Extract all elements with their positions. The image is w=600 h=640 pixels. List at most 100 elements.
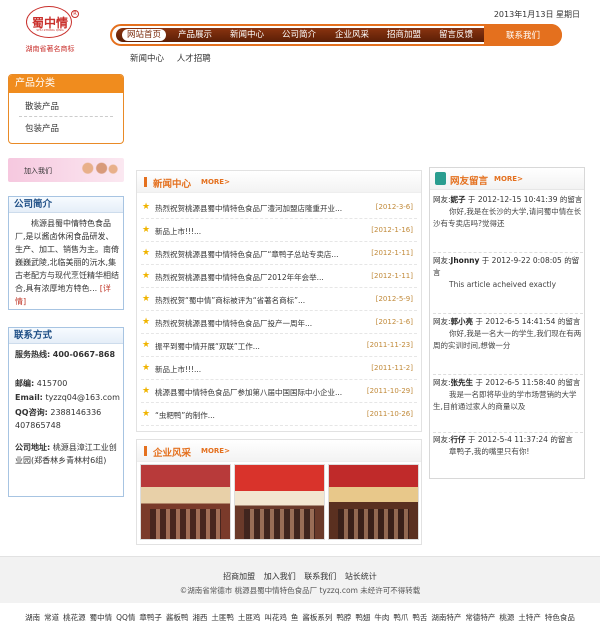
keyword-tag[interactable]: 湖南特产	[431, 613, 461, 622]
keyword-tag[interactable]: 土匪鸡	[238, 613, 261, 622]
news-item[interactable]: ★ 振平到蜀中情开展“双联”工作... [2011-11-23]	[141, 337, 417, 357]
keyword-tag[interactable]: 湖南	[25, 613, 40, 622]
keyword-tag[interactable]: 鸭脖	[336, 613, 351, 622]
nav-item-style[interactable]: 企业风采	[335, 29, 369, 41]
footer-links: 招商加盟 加入我们 联系我们 站长统计	[0, 571, 600, 582]
news-item-title[interactable]: 热烈祝贺“蜀中情”商标被评为“省著名商标”...	[155, 295, 353, 306]
footer-link-franchise[interactable]: 招商加盟	[223, 572, 255, 581]
footer-link-join[interactable]: 加入我们	[264, 572, 296, 581]
keyword-tag[interactable]: 酱板系列	[302, 613, 332, 622]
news-item[interactable]: ★ 热烈祝贺桃源县蜀中情特色食品厂投产一周年... [2012-1-6]	[141, 314, 417, 334]
keyword-tag[interactable]: 常道	[44, 613, 59, 622]
people-icon	[74, 161, 120, 179]
divider	[433, 432, 583, 433]
keyword-tag[interactable]: 章鸭子	[139, 613, 162, 622]
news-center-header: 新闻中心 MORE>	[137, 171, 421, 193]
news-item-title[interactable]: “虫粑鸭”的制作...	[155, 410, 353, 421]
news-item[interactable]: ★ 新品上市!!!... [2012-1-16]	[141, 222, 417, 242]
keyword-tag[interactable]: 土特产	[518, 613, 541, 622]
style-photo[interactable]	[234, 464, 325, 540]
guestbook-entry[interactable]: 网友:郭小亮 于 2012-6-5 14:41:54 的留言 你好,我是一名大一…	[433, 316, 583, 352]
news-item[interactable]: ★ 热烈祝贺桃源县蜀中情特色食品厂“章鸭子总站专卖店... [2012-1-11]	[141, 245, 417, 265]
guestbook-entry[interactable]: 网友:妮子 于 2012-12-15 10:41:39 的留言 你好,我是在长沙…	[433, 194, 583, 230]
news-item-date: [2012-5-9]	[375, 295, 413, 303]
category-item-bulk[interactable]: 散装产品	[25, 100, 59, 112]
news-item-title[interactable]: 热烈祝贺桃源县蜀中情特色食品厂澧河加盟店隆重开业...	[155, 203, 353, 214]
news-item[interactable]: ★ 新品上市!!!... [2011-11-2]	[141, 360, 417, 380]
keyword-tag[interactable]: 特色食品	[545, 613, 575, 622]
contact-address-label: 公司地址:	[15, 443, 51, 452]
contact-email-value[interactable]: tyzzq04@163.com	[45, 393, 119, 402]
company-style-title: 企业风采	[153, 448, 192, 459]
contact-address: 公司地址: 桃源县漳江工业创业园(郑香林乡青林村6组)	[15, 441, 121, 467]
news-item[interactable]: ★ 热烈祝贺桃源县蜀中情特色食品厂2012年年会举... [2012-1-11]	[141, 268, 417, 288]
guestbook-header: 网友留言 MORE>	[430, 168, 584, 190]
news-item-title[interactable]: 热烈祝贺桃源县蜀中情特色食品厂“章鸭子总站专卖店...	[155, 249, 353, 260]
subnav-item-jobs[interactable]: 人才招聘	[177, 54, 211, 64]
star-icon: ★	[142, 248, 151, 258]
news-item-title[interactable]: 桃源县蜀中情特色食品厂参加第八届中国国际中小企业...	[155, 387, 353, 398]
nav-item-contact[interactable]: 联系我们	[484, 24, 562, 46]
star-icon: ★	[142, 317, 151, 327]
contact-qq: QQ咨询: 2388146336 407865748	[15, 406, 121, 432]
keyword-tag[interactable]: 鸭翅	[355, 613, 370, 622]
keyword-tag[interactable]: 牛肉	[374, 613, 389, 622]
news-item[interactable]: ★ 热烈祝贺桃源县蜀中情特色食品厂澧河加盟店隆重开业... [2012-3-6]	[141, 199, 417, 219]
keyword-tag[interactable]: 湘西	[192, 613, 207, 622]
news-item[interactable]: ★ “虫粑鸭”的制作... [2011-10-26]	[141, 406, 417, 426]
footer-link-stats[interactable]: 站长统计	[345, 572, 377, 581]
guestbook-entry[interactable]: 网友:行仔 于 2012-5-4 11:37:24 的留言 章鸭子,我的嘴里只有…	[433, 434, 583, 458]
contact-qq-label: QQ咨询:	[15, 408, 48, 417]
category-item-packaged[interactable]: 包装产品	[25, 122, 59, 134]
news-item-title[interactable]: 新品上市!!!...	[155, 226, 353, 237]
keyword-tag[interactable]: 酱板鸭	[166, 613, 189, 622]
nav-item-products[interactable]: 产品展示	[178, 29, 212, 41]
logo[interactable]: 蜀中情 SHU ZHONG QING R 湖南省著名商标	[18, 6, 82, 56]
nav-item-home[interactable]: 网站首页	[122, 29, 167, 41]
keyword-tag[interactable]: QQ情	[116, 613, 135, 622]
news-more-link[interactable]: MORE>	[201, 178, 230, 186]
keyword-tag[interactable]: 桃花源	[63, 613, 86, 622]
keyword-tag[interactable]: 鸭舌	[412, 613, 427, 622]
news-item-title[interactable]: 热烈祝贺桃源县蜀中情特色食品厂投产一周年...	[155, 318, 353, 329]
guestbook-content: 你好,我是一名大一的学生,我们现在有两周的实训时间,想做一分	[433, 329, 582, 350]
guestbook-entry[interactable]: 网友:张先生 于 2012-6-5 11:58:40 的留言 我是一名即将毕业的…	[433, 377, 583, 413]
company-style-box: 企业风采 MORE>	[136, 439, 422, 545]
style-photo[interactable]	[140, 464, 231, 540]
footer-link-contact[interactable]: 联系我们	[304, 572, 336, 581]
keyword-tag[interactable]: 常德特产	[465, 613, 495, 622]
news-item[interactable]: ★ 热烈祝贺“蜀中情”商标被评为“省著名商标”... [2012-5-9]	[141, 291, 417, 311]
guestbook-title: 网友留言	[450, 176, 489, 187]
keyword-tag[interactable]: 桃源	[499, 613, 514, 622]
guestbook-suffix: 的留言	[550, 435, 573, 444]
contact-zip: 邮编: 415700	[15, 377, 121, 390]
divider	[433, 252, 583, 253]
join-us-banner[interactable]: 加入我们	[8, 158, 124, 182]
section-marker-icon	[144, 446, 147, 456]
nav-item-news[interactable]: 新闻中心	[230, 29, 264, 41]
keyword-tag[interactable]: 土匪鸭	[211, 613, 234, 622]
subnav-item-news[interactable]: 新闻中心	[130, 54, 164, 64]
guestbook-entry[interactable]: 网友:Jhonny 于 2012-9-22 0:08:05 的留言 This a…	[433, 255, 583, 291]
logo-brand-en: SHU ZHONG QING	[36, 28, 64, 32]
message-icon	[435, 172, 446, 185]
keyword-tag[interactable]: 鱼	[291, 613, 299, 622]
star-icon: ★	[142, 363, 151, 373]
news-item-title[interactable]: 振平到蜀中情开展“双联”工作...	[155, 341, 353, 352]
keyword-tag[interactable]: 叫花鸡	[264, 613, 287, 622]
guestbook-entry-meta: 网友:郭小亮 于 2012-6-5 14:41:54 的留言	[433, 316, 583, 328]
contact-box: 联系方式 服务热线: 400-0667-868 邮编: 415700 Email…	[8, 327, 124, 497]
divider	[433, 313, 583, 314]
keyword-tag[interactable]: 鸭爪	[393, 613, 408, 622]
nav-item-feedback[interactable]: 留言反馈	[439, 29, 473, 41]
style-photo[interactable]	[328, 464, 419, 540]
news-item-title[interactable]: 热烈祝贺桃源县蜀中情特色食品厂2012年年会举...	[155, 272, 353, 283]
nav-item-about[interactable]: 公司简介	[282, 29, 316, 41]
nav-item-franchise[interactable]: 招商加盟	[387, 29, 421, 41]
guestbook-prefix: 网友:	[433, 317, 451, 326]
style-more-link[interactable]: MORE>	[201, 447, 230, 455]
keyword-tag[interactable]: 蜀中情	[90, 613, 113, 622]
news-item-title[interactable]: 新品上市!!!...	[155, 364, 353, 375]
guestbook-more-link[interactable]: MORE>	[494, 175, 523, 183]
news-item[interactable]: ★ 桃源县蜀中情特色食品厂参加第八届中国国际中小企业... [2011-10-29]	[141, 383, 417, 403]
